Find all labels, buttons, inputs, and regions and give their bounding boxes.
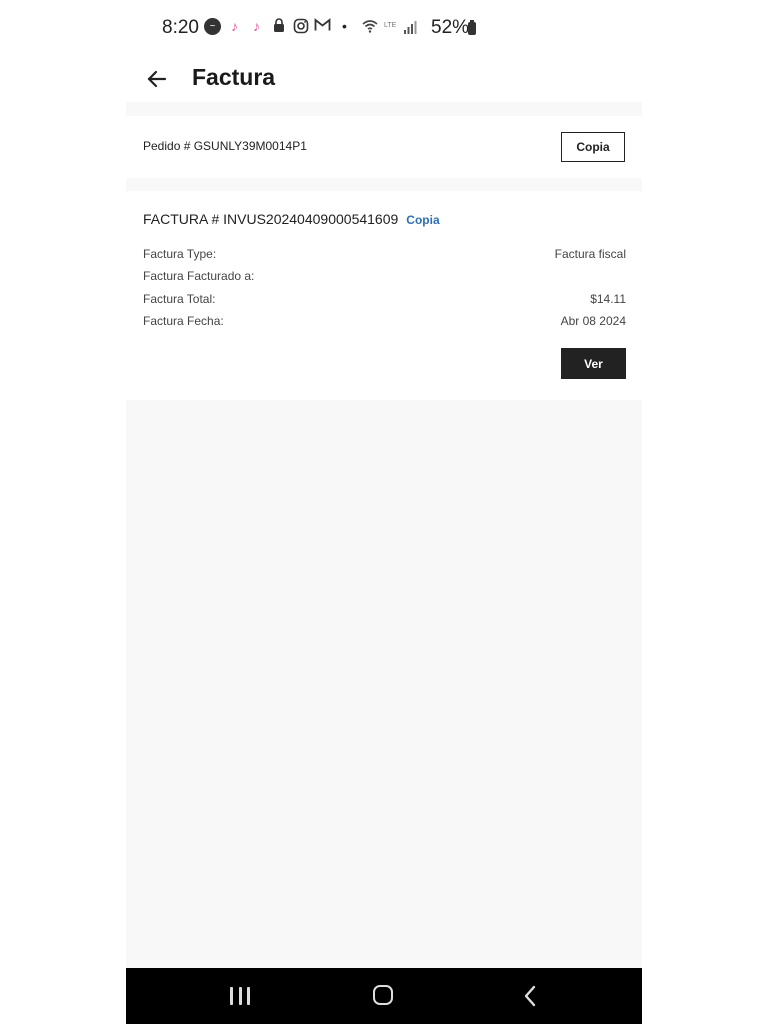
instagram-icon: [292, 18, 309, 35]
lock-icon: [270, 18, 287, 35]
main-content: Pedido # GSUNLY39M0014P1 Copia FACTURA #…: [126, 102, 642, 968]
gmail-icon: [314, 18, 331, 35]
copy-invoice-link[interactable]: Copia: [406, 213, 439, 227]
tiktok-icon: ♪: [253, 18, 260, 34]
invoice-row-billed-to: Factura Facturado a:: [143, 269, 626, 285]
recent-apps-button[interactable]: [230, 987, 250, 1005]
copy-order-button[interactable]: Copia: [561, 132, 625, 162]
row-label: Factura Total:: [143, 292, 216, 306]
connectivity-icons: LTE: [362, 18, 418, 34]
invoice-heading: FACTURA # INVUS20240409000541609 Copia: [143, 211, 440, 227]
nav-back-button[interactable]: [519, 984, 543, 1008]
row-value: $14.11: [590, 292, 626, 306]
invoice-card: FACTURA # INVUS20240409000541609 Copia Fa…: [126, 191, 642, 400]
view-invoice-button[interactable]: Ver: [561, 348, 626, 379]
wifi-icon: [362, 20, 378, 33]
order-number: Pedido # GSUNLY39M0014P1: [143, 139, 307, 153]
status-bar: 8:20 ~ ♪ ♪ • LTE 52%: [126, 0, 642, 56]
messenger-icon: ~: [204, 18, 221, 35]
row-label: Factura Fecha:: [143, 314, 224, 328]
phone-screen: 8:20 ~ ♪ ♪ • LTE 52% Factura Pedido # GS…: [126, 0, 642, 1024]
page-title: Factura: [192, 64, 276, 90]
status-time: 8:20: [162, 17, 199, 38]
row-label: Factura Facturado a:: [143, 269, 255, 283]
battery-icon: [468, 20, 476, 35]
recents-bar-icon: [238, 987, 242, 1005]
battery-percent: 52%: [431, 17, 470, 38]
system-nav-bar: [126, 968, 642, 1024]
invoice-row-date: Factura Fecha: Abr 08 2024: [143, 314, 626, 330]
dot-icon: •: [342, 18, 347, 34]
svg-text:LTE: LTE: [384, 22, 397, 29]
row-label: Factura Type:: [143, 247, 217, 261]
arrow-left-icon: [147, 70, 167, 88]
invoice-row-type: Factura Type: Factura fiscal: [143, 247, 626, 263]
invoice-number: FACTURA # INVUS20240409000541609: [143, 211, 399, 227]
app-header: Factura: [126, 56, 642, 102]
row-value: Abr 08 2024: [560, 314, 626, 328]
home-button[interactable]: [373, 985, 393, 1005]
notification-icons: ~ ♪ ♪ •: [204, 18, 353, 35]
order-card: Pedido # GSUNLY39M0014P1 Copia: [126, 116, 642, 178]
recents-bar-icon: [247, 987, 250, 1005]
recents-bar-icon: [230, 987, 233, 1005]
invoice-row-total: Factura Total: $14.11: [143, 292, 626, 308]
signal-icon: LTE: [384, 21, 417, 34]
tiktok-icon: ♪: [231, 18, 238, 34]
row-value: Factura fiscal: [554, 247, 626, 261]
chevron-left-icon: [524, 985, 536, 1007]
back-button[interactable]: [140, 62, 174, 96]
